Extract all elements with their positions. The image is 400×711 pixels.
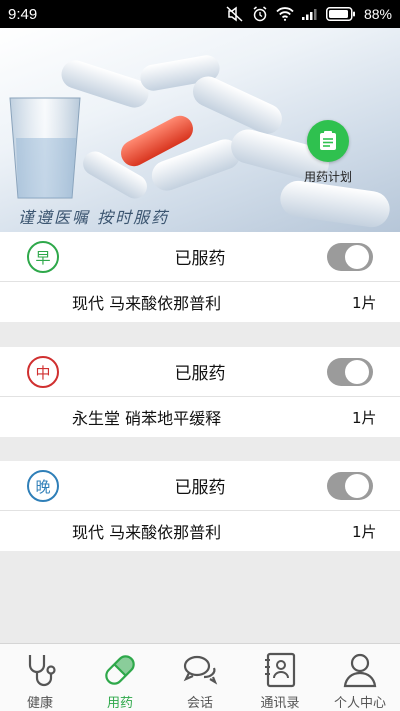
wifi-icon	[276, 7, 294, 21]
medicine-row[interactable]: 永生堂 硝苯地平缓释 1片	[0, 397, 400, 437]
pill-icon	[100, 650, 140, 690]
contacts-icon	[260, 650, 300, 690]
nav-item-chat[interactable]: 会话	[160, 644, 240, 711]
medicine-quantity: 1片	[352, 293, 377, 312]
medication-plan-button[interactable]: 用药计划	[300, 120, 356, 185]
status-bar: 9:49 88%	[0, 0, 400, 28]
nav-item-health[interactable]: 健康	[0, 644, 80, 711]
medicine-quantity: 1片	[352, 408, 377, 427]
mute-icon	[226, 6, 244, 22]
nav-label-medication: 用药	[106, 696, 133, 711]
stethoscope-icon	[20, 650, 60, 690]
medication-card: 晚已服药现代 马来酸依那普利 1片	[0, 461, 400, 551]
header-banner: 谨遵医嘱 按时服药 用药计划	[0, 28, 400, 232]
nav-item-medication[interactable]: 用药	[80, 644, 160, 711]
person-icon	[340, 650, 380, 690]
taken-toggle[interactable]	[327, 358, 373, 386]
medicine-row[interactable]: 现代 马来酸依那普利 1片	[0, 282, 400, 322]
card-header: 早已服药	[0, 232, 400, 282]
bottom-navigation: 健康 用药 会话 通讯录 个人中心	[0, 643, 400, 711]
chat-icon	[180, 650, 220, 690]
nav-item-profile[interactable]: 个人中心	[320, 644, 400, 711]
medicine-name: 现代 马来酸依那普利	[72, 523, 222, 542]
battery-icon	[325, 7, 356, 21]
medication-card: 早已服药现代 马来酸依那普利 1片	[0, 232, 400, 322]
nav-label-chat: 会话	[186, 696, 213, 711]
medicine-quantity: 1片	[352, 522, 377, 541]
card-header: 中已服药	[0, 347, 400, 397]
status-time: 9:49	[8, 5, 38, 23]
nav-label-profile: 个人中心	[333, 696, 386, 711]
slogan-text: 谨遵医嘱 按时服药	[18, 208, 170, 227]
battery-percent: 88%	[363, 6, 392, 22]
toggle-knob	[345, 360, 369, 384]
medication-card: 中已服药永生堂 硝苯地平缓释 1片	[0, 347, 400, 437]
medicine-row[interactable]: 现代 马来酸依那普利 1片	[0, 511, 400, 551]
nav-item-contacts[interactable]: 通讯录	[240, 644, 320, 711]
taken-toggle[interactable]	[327, 472, 373, 500]
card-header: 晚已服药	[0, 461, 400, 511]
plan-icon[interactable]	[307, 120, 349, 162]
taken-toggle[interactable]	[327, 243, 373, 271]
nav-label-contacts: 通讯录	[260, 696, 300, 711]
plan-button-label: 用药计划	[303, 170, 352, 184]
toggle-knob	[345, 245, 369, 269]
alarm-icon	[252, 6, 268, 22]
medicine-name: 永生堂 硝苯地平缓释	[72, 409, 222, 428]
signal-icon	[301, 8, 318, 20]
nav-label-health: 健康	[26, 696, 53, 711]
medicine-name: 现代 马来酸依那普利	[72, 294, 222, 313]
toggle-knob	[345, 474, 369, 498]
